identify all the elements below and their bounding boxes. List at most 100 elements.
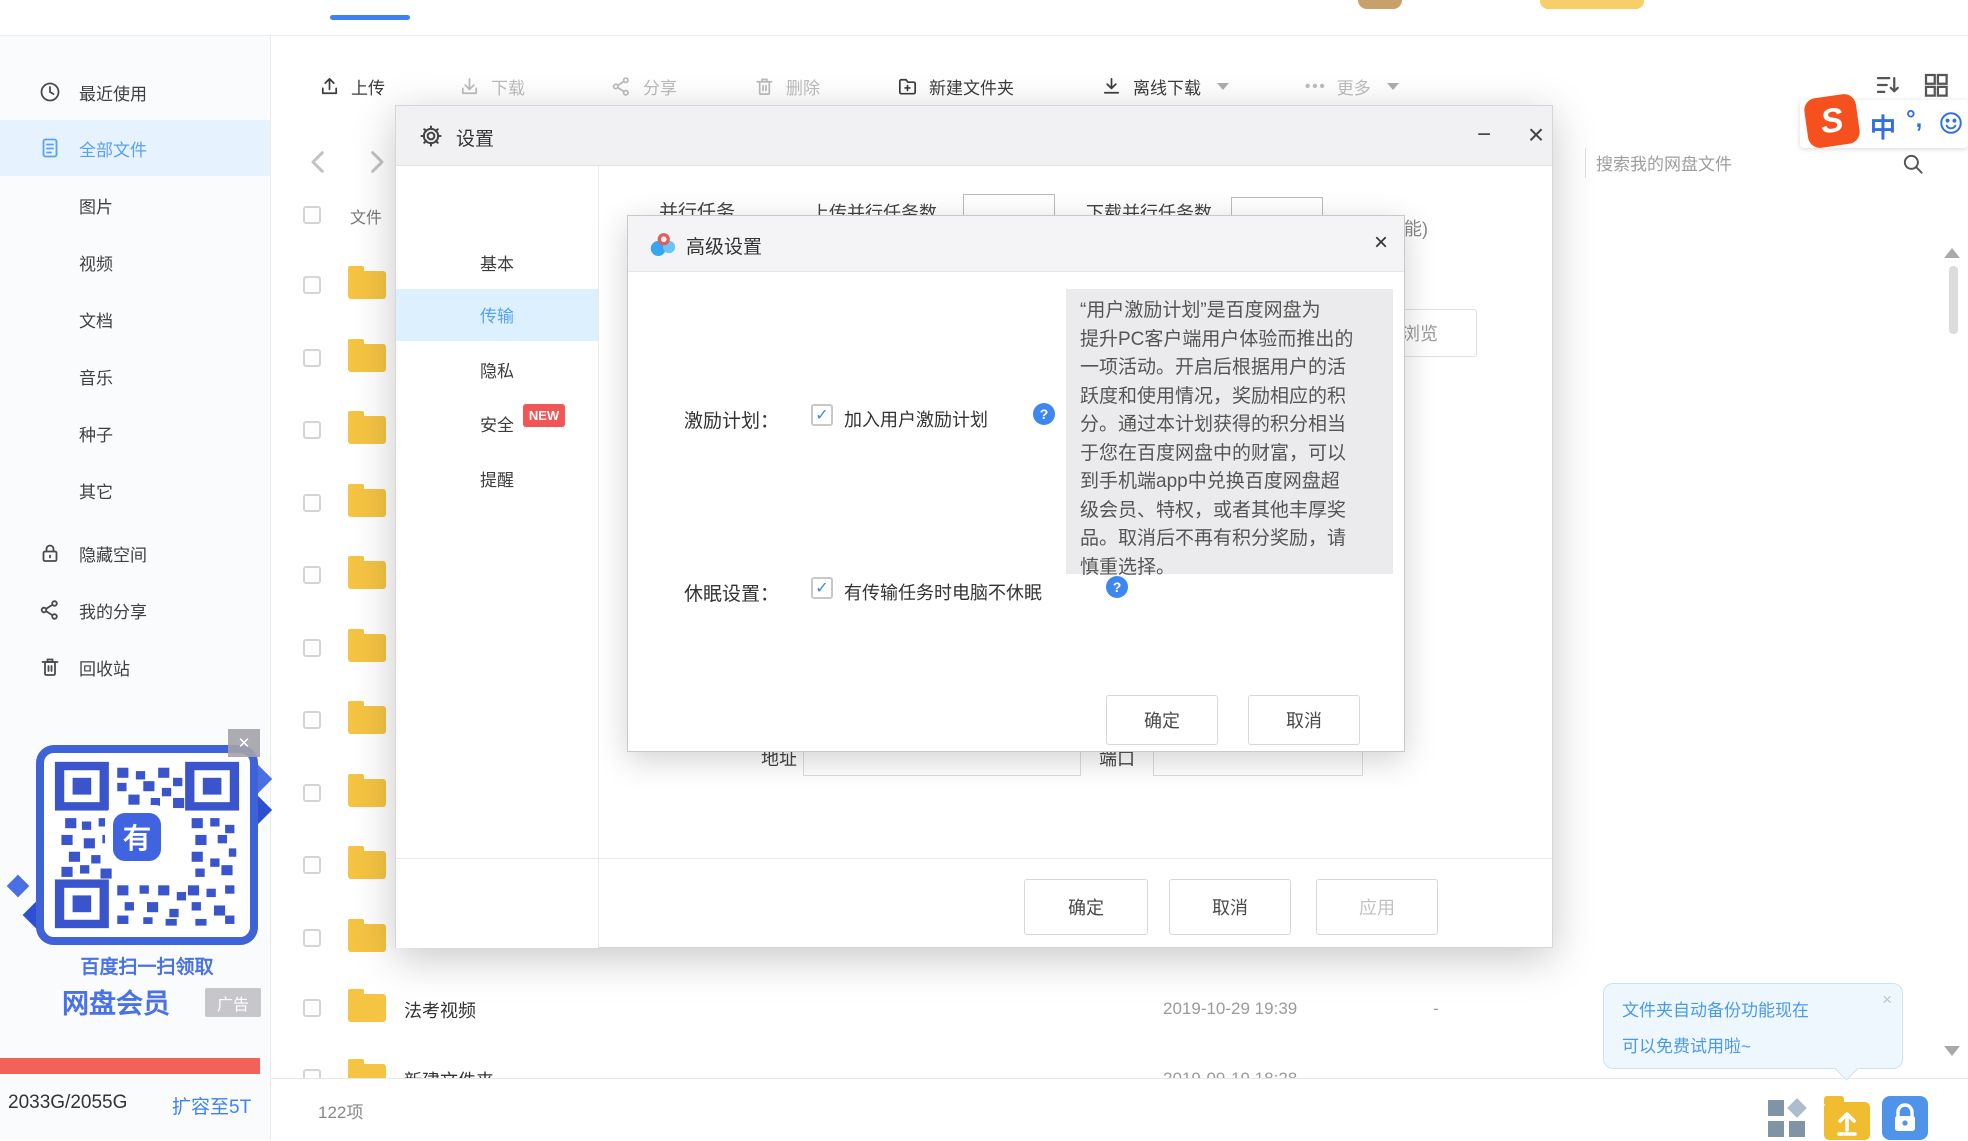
ad-vip-text: 网盘会员 <box>62 989 170 1019</box>
sidebar-item-recent[interactable]: 最近使用 <box>0 70 270 114</box>
sidebar-item-pictures[interactable]: 图片 <box>0 183 349 227</box>
chevron-down-icon[interactable] <box>1217 82 1229 90</box>
search-divider <box>1585 148 1586 178</box>
row-checkbox[interactable] <box>303 711 321 729</box>
settings-ok-button[interactable]: 确定 <box>1024 879 1148 935</box>
row-checkbox[interactable] <box>303 494 321 512</box>
forward-icon[interactable] <box>360 146 392 178</box>
share-button[interactable]: 分享 <box>610 66 677 106</box>
sidebar-item-hidden-space[interactable]: 隐藏空间 <box>0 531 270 575</box>
scrollbar-thumb[interactable] <box>1949 266 1958 334</box>
close-icon[interactable]: × <box>1516 116 1556 154</box>
row-checkbox[interactable] <box>303 349 321 367</box>
folder-icon <box>348 484 386 517</box>
settings-dialog-titlebar[interactable]: 设置 − × <box>396 106 1552 166</box>
new-folder-button[interactable]: 新建文件夹 <box>896 66 1014 106</box>
trash-icon <box>753 75 776 98</box>
safe-lock-icon[interactable] <box>1882 1096 1928 1140</box>
row-checkbox[interactable] <box>303 566 321 584</box>
mini-apps-icon[interactable] <box>1768 1098 1808 1138</box>
advanced-dialog-titlebar[interactable]: 高级设置 × <box>628 216 1404 272</box>
row-checkbox[interactable] <box>303 929 321 947</box>
tab-transfer[interactable]: 传输 <box>396 289 598 339</box>
advanced-ok-button[interactable]: 确定 <box>1106 695 1218 745</box>
upload-button[interactable]: 上传 <box>318 66 385 106</box>
sidebar-item-other[interactable]: 其它 <box>0 468 349 512</box>
folder-icon <box>348 846 386 879</box>
scroll-up-icon[interactable] <box>1944 248 1960 258</box>
sidebar-item-torrents[interactable]: 种子 <box>0 411 349 455</box>
ad-scan-text: 百度扫一扫领取 <box>80 957 214 978</box>
qr-code-ad[interactable]: 有 <box>36 745 258 945</box>
delete-button[interactable]: 删除 <box>753 66 820 106</box>
sogou-logo-icon[interactable]: S <box>1802 92 1862 150</box>
row-checkbox[interactable] <box>303 276 321 294</box>
row-checkbox[interactable] <box>303 421 321 439</box>
storage-upgrade-link[interactable]: 扩容至5T <box>172 1092 251 1119</box>
sidebar-item-videos[interactable]: 视频 <box>0 240 349 284</box>
more-button[interactable]: ••• 更多 <box>1305 66 1399 106</box>
row-checkbox[interactable] <box>303 856 321 874</box>
minimize-icon[interactable]: − <box>1464 116 1504 154</box>
select-all-checkbox[interactable] <box>303 206 321 224</box>
folder-icon <box>348 919 386 952</box>
row-checkbox[interactable] <box>303 639 321 657</box>
sleep-label: 休眠设置： <box>684 584 780 605</box>
tab-privacy[interactable]: 隐私 <box>396 344 598 394</box>
folder-icon <box>348 266 386 299</box>
close-icon[interactable]: × <box>1364 226 1398 260</box>
search-icon[interactable] <box>1900 151 1926 177</box>
help-icon[interactable]: ? <box>1106 576 1128 598</box>
sidebar-item-documents[interactable]: 文档 <box>0 297 349 341</box>
vip-button-fragment <box>1540 0 1644 9</box>
sidebar-item-music[interactable]: 音乐 <box>0 354 349 398</box>
sidebar-item-all-files[interactable]: 全部文件 <box>0 126 270 170</box>
new-badge: NEW <box>523 404 565 427</box>
share-icon <box>38 598 62 622</box>
settings-cancel-button[interactable]: 取消 <box>1169 879 1291 935</box>
tab-basic[interactable]: 基本 <box>396 237 598 287</box>
download-button[interactable]: 下载 <box>458 66 525 106</box>
advanced-cancel-button[interactable]: 取消 <box>1248 695 1360 745</box>
back-icon[interactable] <box>303 146 335 178</box>
footer-divider <box>396 858 1552 859</box>
offline-download-button[interactable]: 离线下载 <box>1100 66 1229 106</box>
storage-usage-bar <box>0 1058 260 1074</box>
share-icon <box>610 75 633 98</box>
sidebar-item-my-shares[interactable]: 我的分享 <box>0 588 270 632</box>
folder-icon <box>348 774 386 807</box>
tab-reminder[interactable]: 提醒 <box>396 453 598 503</box>
auto-backup-icon[interactable] <box>1824 1096 1870 1140</box>
incentive-checkbox[interactable]: ✓ <box>811 404 833 426</box>
help-icon[interactable]: ? <box>1033 403 1055 425</box>
top-strip <box>0 0 1968 36</box>
ime-punctuation[interactable]: °, <box>1906 106 1922 134</box>
sidebar-item-recycle-bin[interactable]: 回收站 <box>0 645 270 689</box>
notice-close-icon[interactable]: × <box>1882 990 1892 1010</box>
incentive-option-label[interactable]: 加入用户激励计划 <box>844 406 988 432</box>
qr-ad-close-icon[interactable]: ✕ <box>228 729 260 757</box>
scroll-down-icon[interactable] <box>1944 1046 1960 1056</box>
sidebar-item-label: 最近使用 <box>79 84 147 104</box>
settings-apply-button[interactable]: 应用 <box>1316 879 1438 935</box>
baidu-netdisk-logo-icon <box>648 230 678 258</box>
folder-icon <box>348 629 386 662</box>
folder-icon <box>348 411 386 444</box>
active-tab-indicator <box>330 15 410 20</box>
folder-icon <box>348 556 386 589</box>
tab-security[interactable]: 安全 <box>396 398 598 448</box>
sort-icon[interactable] <box>1873 70 1903 100</box>
avatar-fragment <box>1358 0 1402 9</box>
download-icon <box>458 75 481 98</box>
grid-view-icon[interactable] <box>1921 70 1951 100</box>
sleep-option-label[interactable]: 有传输任务时电脑不休眠 <box>844 579 1042 605</box>
ime-emoji-icon[interactable] <box>1938 110 1964 136</box>
row-checkbox[interactable] <box>303 784 321 802</box>
qr-center-logo: 有 <box>113 813 161 861</box>
lock-icon <box>38 541 62 565</box>
row-checkbox[interactable] <box>303 999 321 1017</box>
sleep-checkbox[interactable]: ✓ <box>811 577 833 599</box>
ime-mode-chinese[interactable]: 中 <box>1870 108 1896 145</box>
search-input[interactable] <box>1594 147 1898 183</box>
chevron-down-icon[interactable] <box>1386 82 1399 90</box>
